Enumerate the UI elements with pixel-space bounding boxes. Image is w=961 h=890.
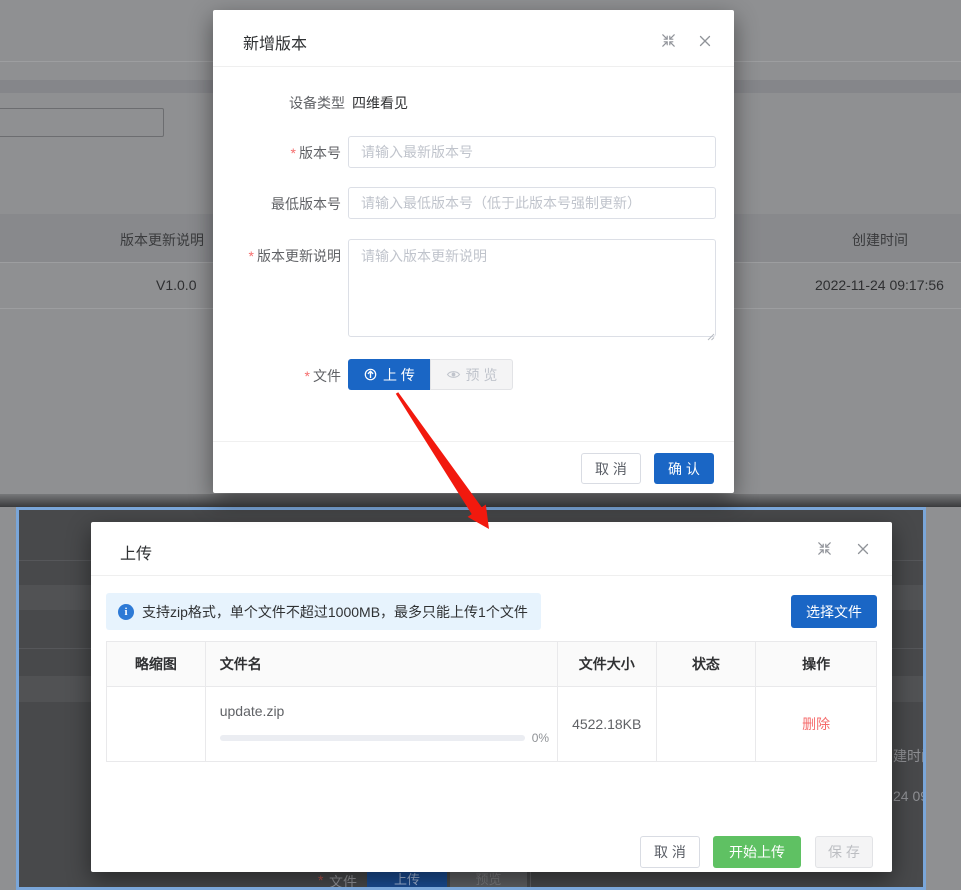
changelog-textarea[interactable] <box>348 239 716 337</box>
dimmed-cell-created-at: 2022-11-24 09:17:56 <box>815 277 944 293</box>
changelog-label: *版本更新说明 <box>249 246 341 266</box>
save-button[interactable]: 保 存 <box>815 836 873 868</box>
dimmed-file-label: 文件 <box>329 872 357 890</box>
table-row: update.zip 0% 4522.18KB 删除 <box>107 687 876 762</box>
add-version-modal: 新增版本 设备类型 四维看见 *版本号 最低版本号 <box>213 10 734 493</box>
dimmed-required-mark: * <box>318 872 323 888</box>
progress-track <box>220 735 525 741</box>
select-file-button[interactable]: 选择文件 <box>791 595 877 628</box>
dimmed-column-header-created: 创建时间 <box>852 230 908 250</box>
column-header-thumbnail: 略缩图 <box>107 642 206 686</box>
start-upload-button[interactable]: 开始上传 <box>713 836 801 868</box>
add-version-confirm-button[interactable]: 确 认 <box>654 453 714 484</box>
upload-icon <box>363 367 378 382</box>
screenshot-root: 版本更新说明 创建时间 V1.0.0 2022-11-24 09:17:56 建… <box>0 0 961 890</box>
cell-filesize: 4522.18KB <box>558 687 657 761</box>
required-mark: * <box>249 248 254 264</box>
dimmed-search-input <box>0 108 164 137</box>
column-header-filesize: 文件大小 <box>558 642 657 686</box>
upload-cancel-button[interactable]: 取 消 <box>640 836 700 868</box>
column-header-filename: 文件名 <box>206 642 558 686</box>
add-version-cancel-button[interactable]: 取 消 <box>581 453 641 484</box>
close-icon[interactable] <box>856 542 872 558</box>
cell-filename: update.zip 0% <box>206 687 558 761</box>
highlighted-screenshot-region: 建时间 24 09 * 文件 上传 预览 上传 <box>16 507 926 890</box>
fullscreen-toggle-icon[interactable] <box>661 33 677 49</box>
table-header-row: 略缩图 文件名 文件大小 状态 操作 <box>107 642 876 687</box>
add-version-modal-title: 新增版本 <box>243 30 307 54</box>
version-label: *版本号 <box>291 143 341 163</box>
background-transition-strip <box>0 494 961 507</box>
upload-modal-header: 上传 <box>91 522 892 576</box>
cell-status <box>657 687 757 761</box>
column-header-action: 操作 <box>756 642 876 686</box>
version-input[interactable] <box>348 136 716 168</box>
column-header-status: 状态 <box>657 642 757 686</box>
info-icon: i <box>118 604 134 620</box>
required-mark: * <box>291 145 296 161</box>
upload-modal-title: 上传 <box>120 540 152 564</box>
file-preview-button[interactable]: 预 览 <box>430 359 513 390</box>
device-type-label: 设备类型 <box>289 93 345 113</box>
eye-icon <box>446 367 461 382</box>
cell-action: 删除 <box>756 687 876 761</box>
file-label: *文件 <box>305 366 341 386</box>
filename-text: update.zip <box>220 703 285 719</box>
close-icon[interactable] <box>698 34 714 50</box>
footer-divider <box>213 441 734 442</box>
upload-file-table: 略缩图 文件名 文件大小 状态 操作 update.zip 0% <box>106 641 877 762</box>
file-upload-button[interactable]: 上 传 <box>348 359 430 390</box>
dimmed-partial-text-created-header: 建时间 <box>893 746 926 766</box>
min-version-input[interactable] <box>348 187 716 219</box>
progress-label: 0% <box>532 731 549 745</box>
delete-link[interactable]: 删除 <box>802 714 830 734</box>
dimmed-cell-version: V1.0.0 <box>156 277 196 293</box>
device-type-value: 四维看见 <box>352 93 408 113</box>
upload-hint-text: 支持zip格式，单个文件不超过1000MB，最多只能上传1个文件 <box>142 602 528 622</box>
dimmed-column-header-changelog: 版本更新说明 <box>120 230 204 250</box>
upload-hint-alert: i 支持zip格式，单个文件不超过1000MB，最多只能上传1个文件 <box>106 593 541 630</box>
min-version-label: 最低版本号 <box>271 194 341 214</box>
upload-modal: 上传 i 支持zip格式，单个文件不超过1000 <box>91 522 892 872</box>
upload-progress: 0% <box>220 731 549 745</box>
add-version-modal-header: 新增版本 <box>213 10 734 67</box>
fullscreen-toggle-icon[interactable] <box>817 541 833 557</box>
dimmed-partial-text-date: 24 09 <box>893 788 926 804</box>
cell-thumbnail <box>107 687 206 761</box>
required-mark: * <box>305 368 310 384</box>
